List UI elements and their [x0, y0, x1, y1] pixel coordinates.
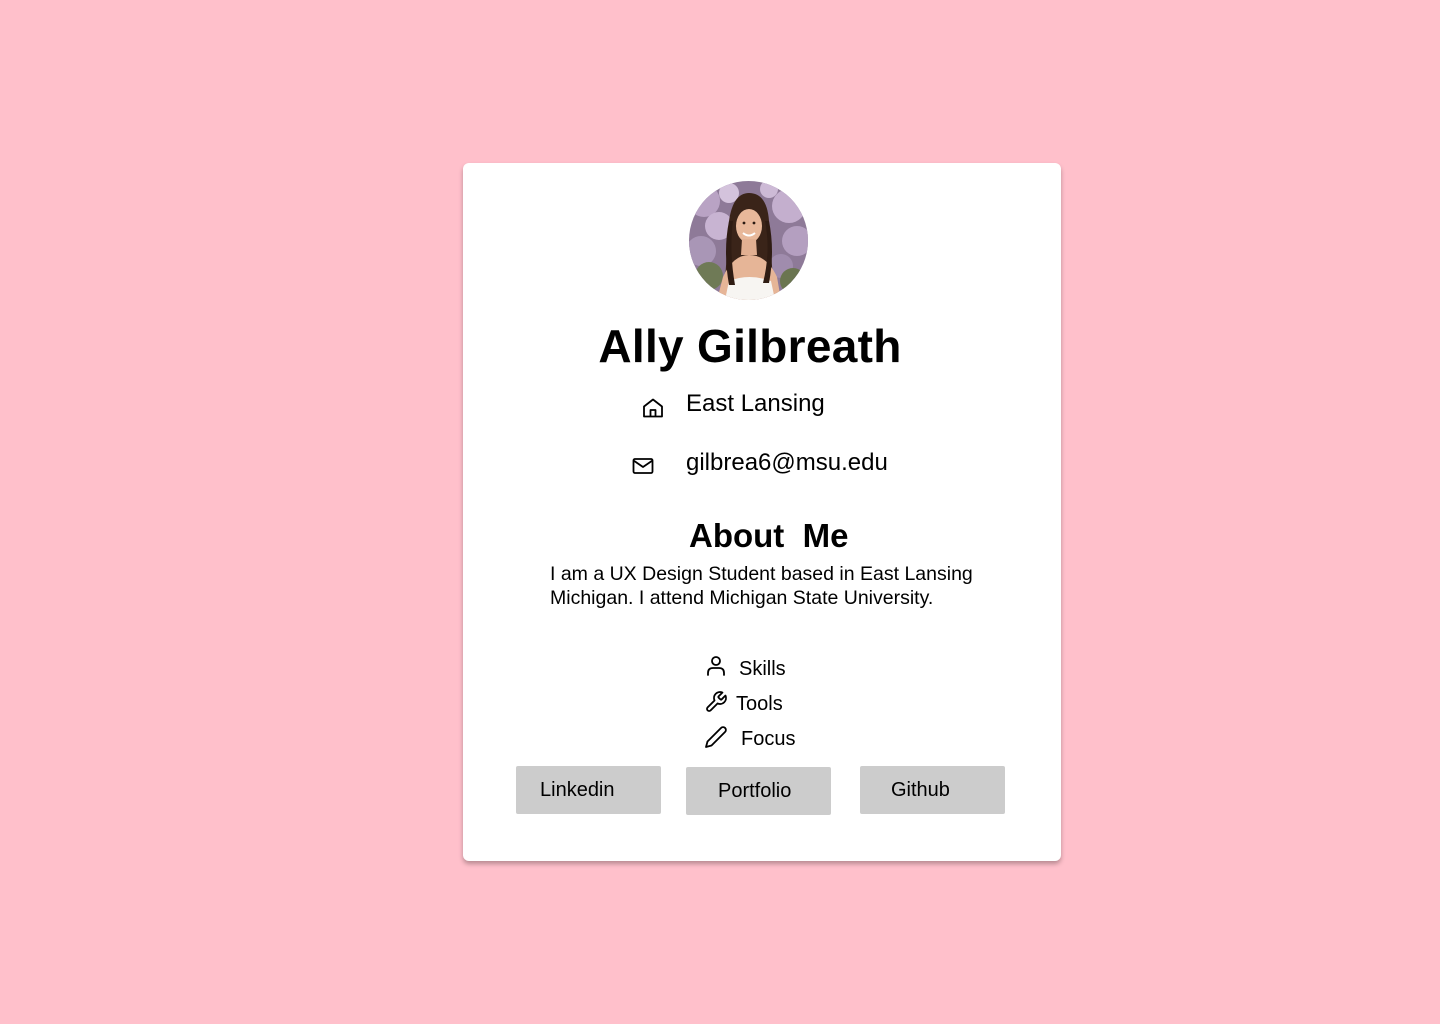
about-heading: About Me [689, 517, 849, 554]
attribute-label: Skills [739, 658, 786, 680]
home-icon [643, 398, 663, 418]
github-button-label: Github [891, 779, 950, 801]
about-text: I am a UX Design Student based in East L… [550, 563, 973, 609]
profile-name: Ally Gilbreath [598, 320, 902, 372]
linkedin-button[interactable]: Linkedin [516, 766, 661, 814]
mail-icon [632, 458, 654, 474]
person-icon [707, 656, 725, 676]
github-button[interactable]: Github [860, 766, 1005, 814]
pencil-icon [705, 726, 727, 748]
profile-card: Ally Gilbreath East Lansing gilbrea6@msu… [463, 163, 1061, 861]
email-link[interactable]: gilbrea6@msu.edu [686, 449, 888, 477]
linkedin-button-label: Linkedin [540, 779, 615, 801]
attribute-label: Focus [741, 728, 796, 750]
portfolio-button-label: Portfolio [718, 780, 792, 802]
avatar [689, 181, 808, 300]
wrench-icon [706, 691, 727, 712]
attribute-label: Tools [736, 693, 783, 715]
avatar-photo [689, 181, 808, 300]
location-text: East Lansing [686, 390, 825, 417]
portfolio-button[interactable]: Portfolio [686, 767, 831, 815]
